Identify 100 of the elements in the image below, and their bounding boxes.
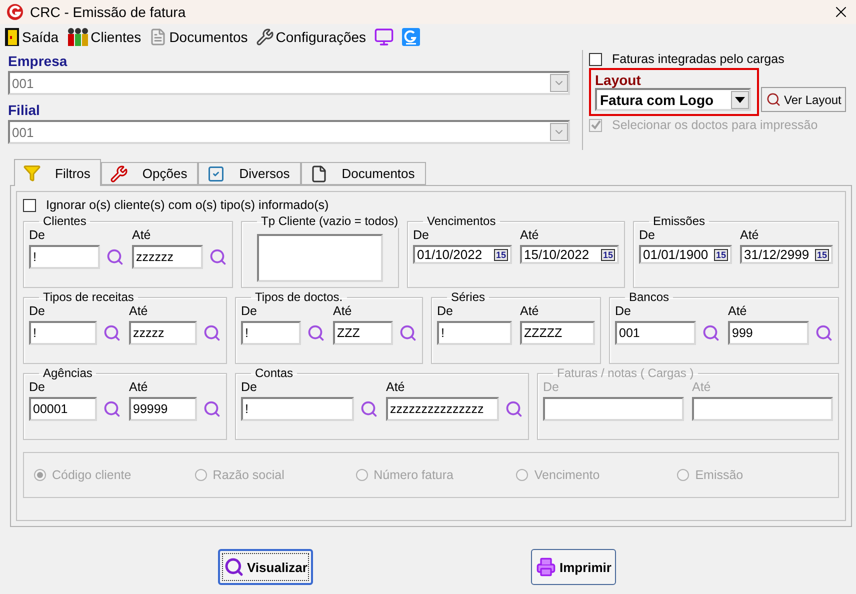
input-field[interactable]: 99999 (129, 397, 197, 421)
input-field[interactable]: ! (437, 321, 512, 345)
radio-dot-icon (37, 472, 43, 478)
document-icon (149, 28, 168, 46)
field-label: Até (520, 304, 540, 318)
search-icon[interactable] (203, 400, 221, 418)
view-layout-button[interactable]: Ver Layout (761, 87, 846, 112)
radio-label: Emissão (695, 468, 744, 482)
monitor-icon (374, 27, 394, 47)
checkbox-label: Ignorar o(s) cliente(s) com o(s) tipo(s) informado(s) (46, 198, 329, 212)
field-label: Empresa (8, 53, 68, 69)
search-icon[interactable] (103, 324, 121, 342)
group-title: Agências (42, 366, 94, 380)
input-field[interactable]: ! (29, 321, 97, 345)
tab[interactable]: Opções (101, 162, 198, 185)
input-field[interactable]: ! (29, 245, 100, 269)
input-field[interactable]: ZZZZZ (520, 321, 595, 345)
field-label: Até (129, 380, 149, 394)
search-icon[interactable] (702, 324, 720, 342)
tab[interactable]: Diversos (198, 162, 301, 185)
print-button[interactable]: Imprimir (531, 549, 616, 585)
group-title: Emissões (652, 214, 706, 228)
toolbar-icon-button[interactable] (374, 27, 394, 47)
input-field[interactable]: zzzzz (129, 321, 197, 345)
toolbar-button[interactable]: Documentos (149, 28, 248, 46)
app-logo-icon (6, 3, 24, 21)
input-field[interactable]: 00001 (29, 397, 97, 421)
radio-label: Código cliente (52, 468, 132, 482)
field-label: Até (520, 228, 540, 242)
layout-dropdown[interactable]: Fatura com Logo (595, 88, 751, 111)
input-field[interactable]: ! (241, 321, 301, 345)
field-label: De (413, 228, 430, 242)
toolbar-button[interactable]: Configurações (256, 28, 366, 46)
input-field[interactable]: zzzzzz (132, 245, 203, 269)
field-label: Até (132, 228, 152, 242)
field-label: De (639, 228, 656, 242)
input-field[interactable]: 999 (728, 321, 809, 345)
people-icon (66, 27, 89, 47)
tab[interactable]: Documentos (300, 162, 426, 185)
funnel-icon (23, 164, 41, 182)
group-title: Faturas / notas ( Cargas ) (556, 366, 695, 380)
field-label: Layout (595, 72, 642, 88)
preview-button[interactable]: Visualizar (218, 549, 314, 585)
calendar-button[interactable]: 15 (714, 248, 728, 260)
search-icon[interactable] (103, 400, 121, 418)
search-icon[interactable] (399, 324, 417, 342)
radio-label: Número fatura (374, 468, 454, 482)
input-field[interactable]: ! (241, 397, 354, 421)
input-field[interactable]: zzzzzzzzzzzzzzz (386, 397, 499, 421)
door-icon (4, 27, 20, 47)
search-icon[interactable] (307, 324, 325, 342)
magnifier-icon (766, 92, 781, 107)
date-field[interactable]: 01/10/2022 15 (413, 245, 512, 264)
radio-label: Razão social (212, 468, 284, 482)
field-label: Até (692, 380, 712, 394)
toolbar-icon-button[interactable] (402, 28, 420, 46)
app-logo-icon (402, 28, 420, 46)
wrench-icon (256, 28, 274, 46)
group-title: Tp Cliente (vazio = todos) (260, 214, 400, 228)
calendar-button[interactable]: 15 (494, 248, 508, 260)
field-label: De (241, 304, 258, 318)
search-icon[interactable] (203, 324, 221, 342)
tab[interactable]: Filtros (14, 159, 102, 186)
calendar-button[interactable]: 15 (814, 248, 829, 260)
group-title: Tipos de receitas (42, 290, 135, 304)
date-field[interactable]: 01/01/1900 15 (639, 245, 732, 264)
toolbar-button[interactable]: Clientes (66, 27, 142, 47)
field-label: Até (740, 228, 760, 242)
group-title: Clientes (42, 214, 88, 228)
calendar-button[interactable]: 15 (600, 248, 615, 260)
search-icon[interactable] (360, 400, 378, 418)
field-label: Até (333, 304, 353, 318)
field-label: De (615, 304, 632, 318)
search-icon[interactable] (106, 248, 124, 266)
search-icon[interactable] (505, 400, 523, 418)
search-icon[interactable] (209, 248, 227, 266)
field-label: De (29, 380, 46, 394)
window-title: CRC - Emissão de fatura (30, 4, 187, 20)
branch-dropdown[interactable]: 001 (8, 120, 570, 144)
field-label: De (29, 304, 46, 318)
list-box[interactable] (257, 234, 383, 282)
company-dropdown[interactable]: 001 (8, 71, 570, 95)
checkbox[interactable] (23, 198, 36, 212)
group-title: Contas (254, 366, 294, 380)
date-field[interactable]: 15/10/2022 15 (520, 245, 619, 264)
input-field[interactable]: 001 (615, 321, 696, 345)
checkbox-label: Faturas integradas pelo cargas (612, 52, 784, 66)
input-field[interactable]: ZZZ (333, 321, 393, 345)
field-label: De (241, 380, 258, 394)
field-label: Filial (8, 102, 41, 118)
group-title: Vencimentos (426, 214, 497, 228)
group-title: Séries (450, 290, 486, 304)
search-icon[interactable] (815, 324, 833, 342)
field-label: De (437, 304, 454, 318)
field-label: Até (129, 304, 149, 318)
checkbox-label: Selecionar os doctos para impressão (612, 118, 818, 132)
toolbar-button[interactable]: Saída (4, 27, 59, 47)
checkbox[interactable] (589, 52, 602, 66)
date-field[interactable]: 31/12/2999 15 (740, 245, 833, 264)
document-icon (310, 164, 328, 182)
